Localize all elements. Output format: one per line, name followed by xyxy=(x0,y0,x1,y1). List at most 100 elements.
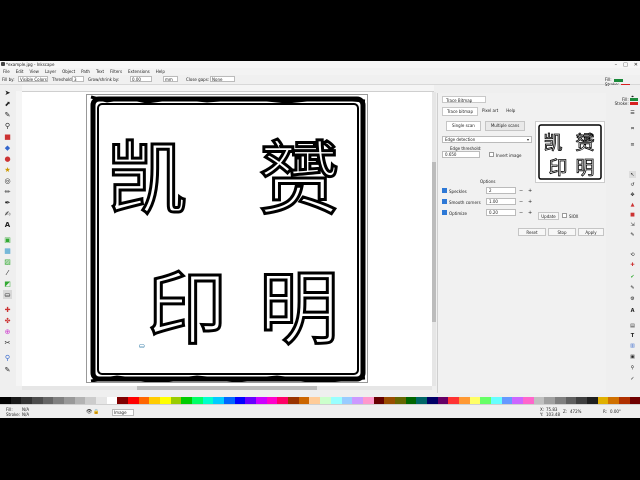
traced-seal-image[interactable]: 凯 赟 印 明 xyxy=(87,95,368,383)
update-button[interactable]: Update xyxy=(538,212,559,220)
pages-icon[interactable]: ✂ xyxy=(3,338,12,347)
palette-swatch[interactable] xyxy=(586,397,598,404)
palette-swatch[interactable] xyxy=(394,397,406,404)
subtab-help[interactable]: Help xyxy=(502,107,519,116)
palette-swatch[interactable] xyxy=(501,397,513,404)
palette-swatch[interactable] xyxy=(384,397,395,404)
mesh-icon[interactable]: ✚ xyxy=(3,305,12,314)
optimize-input[interactable]: 0.20 xyxy=(486,209,516,216)
palette-swatch[interactable] xyxy=(341,397,353,404)
close-gaps-select[interactable]: None xyxy=(210,76,235,82)
palette-swatch[interactable] xyxy=(149,397,161,404)
snap-toggle-icon[interactable]: ⌖ xyxy=(629,93,636,100)
menu-text[interactable]: Text xyxy=(96,69,104,74)
palette-swatch[interactable] xyxy=(32,397,43,404)
palette-swatch[interactable] xyxy=(533,397,545,404)
undo-history-icon[interactable]: ⟲ xyxy=(629,251,636,258)
palette-swatch[interactable] xyxy=(256,397,267,404)
text-tool-icon[interactable]: A xyxy=(629,307,636,314)
speckles-plus-button[interactable]: + xyxy=(528,188,532,194)
menu-filters[interactable]: Filters xyxy=(110,69,122,74)
preferences-icon[interactable]: ⚙ xyxy=(629,295,636,302)
palette-swatch[interactable] xyxy=(96,397,107,404)
palette-swatch[interactable] xyxy=(138,397,150,404)
smooth-minus-button[interactable]: − xyxy=(519,199,523,205)
palette-swatch[interactable] xyxy=(576,397,587,404)
single-scan-button[interactable]: Single scan xyxy=(446,121,481,131)
invert-image-checkbox[interactable] xyxy=(489,152,494,157)
zoom-icon[interactable]: ⚲ xyxy=(3,121,12,130)
palette-swatch[interactable] xyxy=(170,397,182,404)
dropper-icon[interactable]: ⁄ xyxy=(3,268,12,277)
fill-stroke-icon[interactable]: ▲ xyxy=(629,201,636,208)
text-icon[interactable]: A xyxy=(3,220,12,229)
objects-icon[interactable]: ✥ xyxy=(629,191,636,198)
spray-icon[interactable]: ▣ xyxy=(3,235,12,244)
palette-swatch[interactable] xyxy=(42,397,54,404)
layers-icon[interactable]: ≡ xyxy=(629,141,636,148)
pencil-icon[interactable]: ✏ xyxy=(3,187,12,196)
palette-swatch[interactable] xyxy=(362,397,374,404)
menu-view[interactable]: View xyxy=(29,69,39,74)
subtab-pixel-art[interactable]: Pixel art xyxy=(478,107,502,116)
palette-swatch[interactable] xyxy=(192,397,203,404)
palette-swatch[interactable] xyxy=(629,397,640,404)
color-icon[interactable]: ✔ xyxy=(629,273,636,280)
zoom-value[interactable]: 472% xyxy=(570,409,581,414)
right-stroke-swatch[interactable] xyxy=(630,102,638,105)
palette-swatch[interactable] xyxy=(202,397,214,404)
palette-swatch[interactable] xyxy=(288,397,299,404)
export-icon[interactable]: ⇲ xyxy=(629,221,636,228)
vertical-scrollbar[interactable] xyxy=(432,92,436,386)
selectors-icon[interactable]: ▣ xyxy=(629,353,636,360)
document-icon[interactable]: ▤ xyxy=(629,322,636,329)
node-icon[interactable]: ⬈ xyxy=(3,99,12,108)
palette-swatch[interactable] xyxy=(512,397,523,404)
measure-icon[interactable]: ✤ xyxy=(3,316,12,325)
ellipse-icon[interactable]: ● xyxy=(3,154,12,163)
canvas[interactable]: 凯 赟 印 明 xyxy=(22,92,432,386)
palette-swatch[interactable] xyxy=(309,397,321,404)
palette-swatch[interactable] xyxy=(117,397,129,404)
palette-swatch[interactable] xyxy=(181,397,193,404)
maximize-button[interactable]: □ xyxy=(623,62,628,68)
palette-swatch[interactable] xyxy=(21,397,33,404)
palette-swatch[interactable] xyxy=(426,397,438,404)
eye-icon[interactable]: 👁 xyxy=(86,409,92,415)
bucket-icon[interactable]: ⛀ xyxy=(3,290,12,299)
trace-icon[interactable]: ↖ xyxy=(629,171,636,178)
palette-swatch[interactable] xyxy=(266,397,278,404)
path-effects-icon[interactable]: ✎ xyxy=(629,284,636,291)
palette-swatch[interactable] xyxy=(416,397,427,404)
check-spelling-icon[interactable]: ✓ xyxy=(629,375,636,382)
menu-layer[interactable]: Layer xyxy=(45,69,56,74)
menu-help[interactable]: Help xyxy=(156,69,165,74)
transform-icon[interactable]: ↺ xyxy=(629,181,636,188)
find-icon[interactable]: ⚲ xyxy=(3,353,12,362)
smooth-corners-input[interactable]: 1.00 xyxy=(486,198,516,205)
palette-swatch[interactable] xyxy=(490,397,502,404)
xml-editor-icon[interactable]: ⌗ xyxy=(629,125,636,132)
rect-icon[interactable]: ■ xyxy=(3,132,12,141)
minimize-button[interactable]: – xyxy=(615,62,618,68)
edge-threshold-input[interactable]: 0.650 xyxy=(442,151,480,158)
stop-button[interactable]: Stop xyxy=(548,228,576,236)
optimize-minus-button[interactable]: − xyxy=(519,210,523,216)
menu-path[interactable]: Path xyxy=(81,69,90,74)
palette-swatch[interactable] xyxy=(437,397,449,404)
palette-swatch[interactable] xyxy=(10,397,22,404)
smooth-corners-checkbox[interactable] xyxy=(442,199,447,204)
eraser-icon[interactable]: ▦ xyxy=(3,246,12,255)
palette-swatch[interactable] xyxy=(320,397,331,404)
palette-swatch[interactable] xyxy=(480,397,491,404)
tweak-icon[interactable]: ✎ xyxy=(3,110,12,119)
filters-icon[interactable]: ▥ xyxy=(629,342,636,349)
horizontal-ruler[interactable] xyxy=(22,85,434,92)
find-replace-icon[interactable]: ⚲ xyxy=(629,364,636,371)
lock-icon[interactable]: 🔒 xyxy=(93,409,99,415)
align-icon[interactable]: ☰ xyxy=(629,109,636,116)
palette-swatch[interactable] xyxy=(352,397,363,404)
fill-by-select[interactable]: Visible Colors xyxy=(18,76,48,82)
trace-bitmap-tab[interactable]: Trace Bitmap xyxy=(442,96,486,103)
apply-button[interactable]: Apply xyxy=(578,228,604,236)
